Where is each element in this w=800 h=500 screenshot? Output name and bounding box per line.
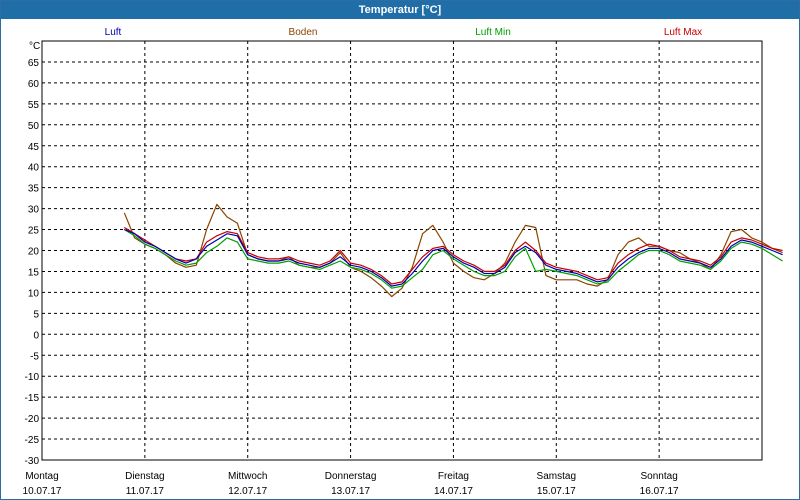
- y-tick-label: 10: [28, 288, 40, 299]
- x-tick-day-label: Mittwoch: [228, 471, 267, 482]
- y-tick-label: 30: [28, 205, 40, 216]
- legend-entry: Luft: [105, 27, 122, 38]
- x-tick-date-label: 16.07.17: [640, 486, 679, 497]
- y-tick-label: -5: [30, 351, 39, 362]
- temperature-chart: 65605550454035302520151050-5-10-15-20-25…: [23, 27, 783, 497]
- x-tick-date-label: 10.07.17: [23, 486, 62, 497]
- legend-entry: Boden: [289, 27, 318, 38]
- y-tick-label: -15: [25, 393, 40, 404]
- x-tick-date-label: 12.07.17: [228, 486, 267, 497]
- y-tick-label: -25: [25, 435, 40, 446]
- legend-entry: Luft Min: [475, 27, 511, 38]
- x-tick-date-label: 11.07.17: [126, 486, 165, 497]
- y-tick-label: -20: [25, 414, 40, 425]
- chart-window: Temperatur [°C] 65 60 55 50 45 40 35 30 25 20 15 10…: [0, 0, 800, 500]
- y-tick-label: 20: [28, 247, 40, 258]
- y-tick-label: -10: [25, 372, 40, 383]
- y-tick-label: 0: [33, 330, 39, 341]
- y-tick-label: 25: [28, 226, 40, 237]
- x-tick-day-label: Sonntag: [641, 471, 678, 482]
- x-tick-day-label: Donnerstag: [325, 471, 377, 482]
- y-tick-label: 45: [28, 142, 40, 153]
- x-tick-day-label: Samstag: [537, 471, 576, 482]
- y-tick-label: 60: [28, 79, 40, 90]
- y-tick-label: 15: [28, 267, 40, 278]
- x-tick-date-label: 13.07.17: [331, 486, 370, 497]
- y-tick-label: 65: [28, 58, 40, 69]
- x-tick-day-label: Freitag: [438, 471, 469, 482]
- x-tick-date-label: 14.07.17: [434, 486, 473, 497]
- legend-entry: Luft Max: [664, 27, 702, 38]
- chart-text: 65605550454035302520151050-5-10-15-20-25…: [23, 27, 703, 497]
- x-tick-day-label: Montag: [25, 471, 58, 482]
- y-tick-label: 35: [28, 184, 40, 195]
- y-tick-label: 55: [28, 100, 40, 111]
- y-tick-label: -30: [25, 456, 40, 467]
- y-tick-label: 40: [28, 163, 40, 174]
- y-axis-label: °C: [29, 41, 40, 52]
- y-tick-label: 50: [28, 121, 40, 132]
- x-tick-day-label: Dienstag: [125, 471, 164, 482]
- series-line-luft-min: [123, 228, 783, 289]
- x-tick-date-label: 15.07.17: [537, 486, 576, 497]
- y-tick-label: 5: [33, 309, 39, 320]
